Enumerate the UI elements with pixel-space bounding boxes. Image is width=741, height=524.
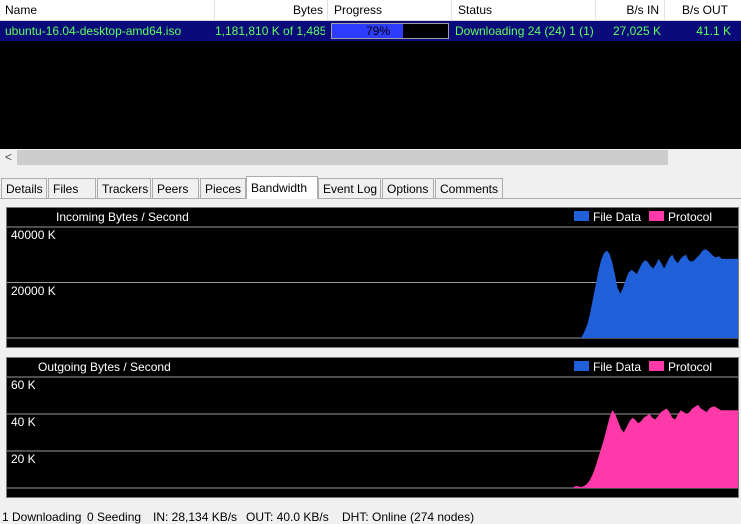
tab-pieces[interactable]: Pieces xyxy=(200,178,246,198)
column-bs-in[interactable]: B/s IN xyxy=(597,0,659,20)
torrent-bs-in: 27,025 K xyxy=(612,24,661,38)
torrent-status: Downloading 24 (24) 1 (1) xyxy=(455,24,594,38)
y-axis-label: 60 K xyxy=(11,378,36,392)
torrent-row[interactable]: ubuntu-16.04-desktop-amd64.iso 1,181,810… xyxy=(0,21,741,41)
scroll-left-arrow-icon[interactable]: < xyxy=(0,149,17,166)
incoming-graph xyxy=(7,226,738,339)
y-axis-label: 40 K xyxy=(11,415,36,429)
tab-details[interactable]: Details xyxy=(1,178,47,198)
torrent-bs-out: 41.1 K xyxy=(696,24,731,38)
data-series-area xyxy=(7,404,738,488)
progress-text: 79% xyxy=(365,24,391,38)
scroll-thumb[interactable] xyxy=(17,150,668,165)
tab-divider xyxy=(0,198,741,199)
legend-protocol: Protocol xyxy=(668,210,713,224)
tab-bandwidth[interactable]: Bandwidth xyxy=(246,176,318,199)
status-in-rate: IN: 28,134 KB/s xyxy=(153,510,238,524)
tab-peers[interactable]: Peers xyxy=(152,178,199,198)
progress-bar: 79% xyxy=(331,23,449,39)
column-bytes[interactable]: Bytes xyxy=(215,0,323,20)
torrent-list[interactable]: ubuntu-16.04-desktop-amd64.iso 1,181,810… xyxy=(0,21,741,149)
column-divider[interactable] xyxy=(451,0,452,20)
column-divider[interactable] xyxy=(664,0,665,20)
y-axis-label: 20000 K xyxy=(11,284,56,298)
legend-file-data: File Data xyxy=(593,360,642,374)
status-seeding: 0 Seeding xyxy=(87,510,142,524)
file-data-swatch xyxy=(574,211,589,221)
status-dht: DHT: Online (274 nodes) xyxy=(342,510,475,524)
outgoing-graph-panel: Outgoing Bytes / Second File Data Protoc… xyxy=(6,357,739,498)
protocol-swatch xyxy=(649,361,664,371)
torrent-name: ubuntu-16.04-desktop-amd64.iso xyxy=(5,24,182,38)
data-series-area xyxy=(7,249,738,338)
legend-protocol: Protocol xyxy=(668,360,713,374)
outgoing-graph xyxy=(7,376,738,489)
outgoing-graph-title: Outgoing Bytes / Second xyxy=(38,360,171,374)
column-name[interactable]: Name xyxy=(5,0,205,20)
status-out-rate: OUT: 40.0 KB/s xyxy=(246,510,329,524)
horizontal-scrollbar[interactable]: < xyxy=(0,149,741,166)
column-header: Name Bytes Progress Status B/s IN B/s OU… xyxy=(0,0,741,21)
status-bar: 1 Downloading 0 Seeding IN: 28,134 KB/s … xyxy=(0,508,741,524)
column-divider[interactable] xyxy=(327,0,328,20)
file-data-swatch xyxy=(574,361,589,371)
incoming-graph-title: Incoming Bytes / Second xyxy=(56,210,189,224)
torrent-bytes: 1,181,810 K of 1,485,8 xyxy=(215,24,325,38)
column-bs-out[interactable]: B/s OUT xyxy=(666,0,728,20)
tab-trackers[interactable]: Trackers xyxy=(97,178,151,198)
y-axis-label: 20 K xyxy=(11,452,36,466)
tab-event-log[interactable]: Event Log xyxy=(318,178,381,198)
tab-comments[interactable]: Comments xyxy=(435,178,503,198)
tab-files[interactable]: Files xyxy=(48,178,96,198)
incoming-graph-panel: Incoming Bytes / Second File Data Protoc… xyxy=(6,207,739,348)
column-status[interactable]: Status xyxy=(458,0,588,20)
detail-tabs: Details Files Trackers Peers Pieces Band… xyxy=(0,176,741,199)
column-divider[interactable] xyxy=(595,0,596,20)
protocol-swatch xyxy=(649,211,664,221)
legend-file-data: File Data xyxy=(593,210,642,224)
y-axis-label: 40000 K xyxy=(11,228,56,242)
column-progress[interactable]: Progress xyxy=(334,0,444,20)
tab-options[interactable]: Options xyxy=(382,178,434,198)
status-downloading: 1 Downloading xyxy=(2,510,82,524)
